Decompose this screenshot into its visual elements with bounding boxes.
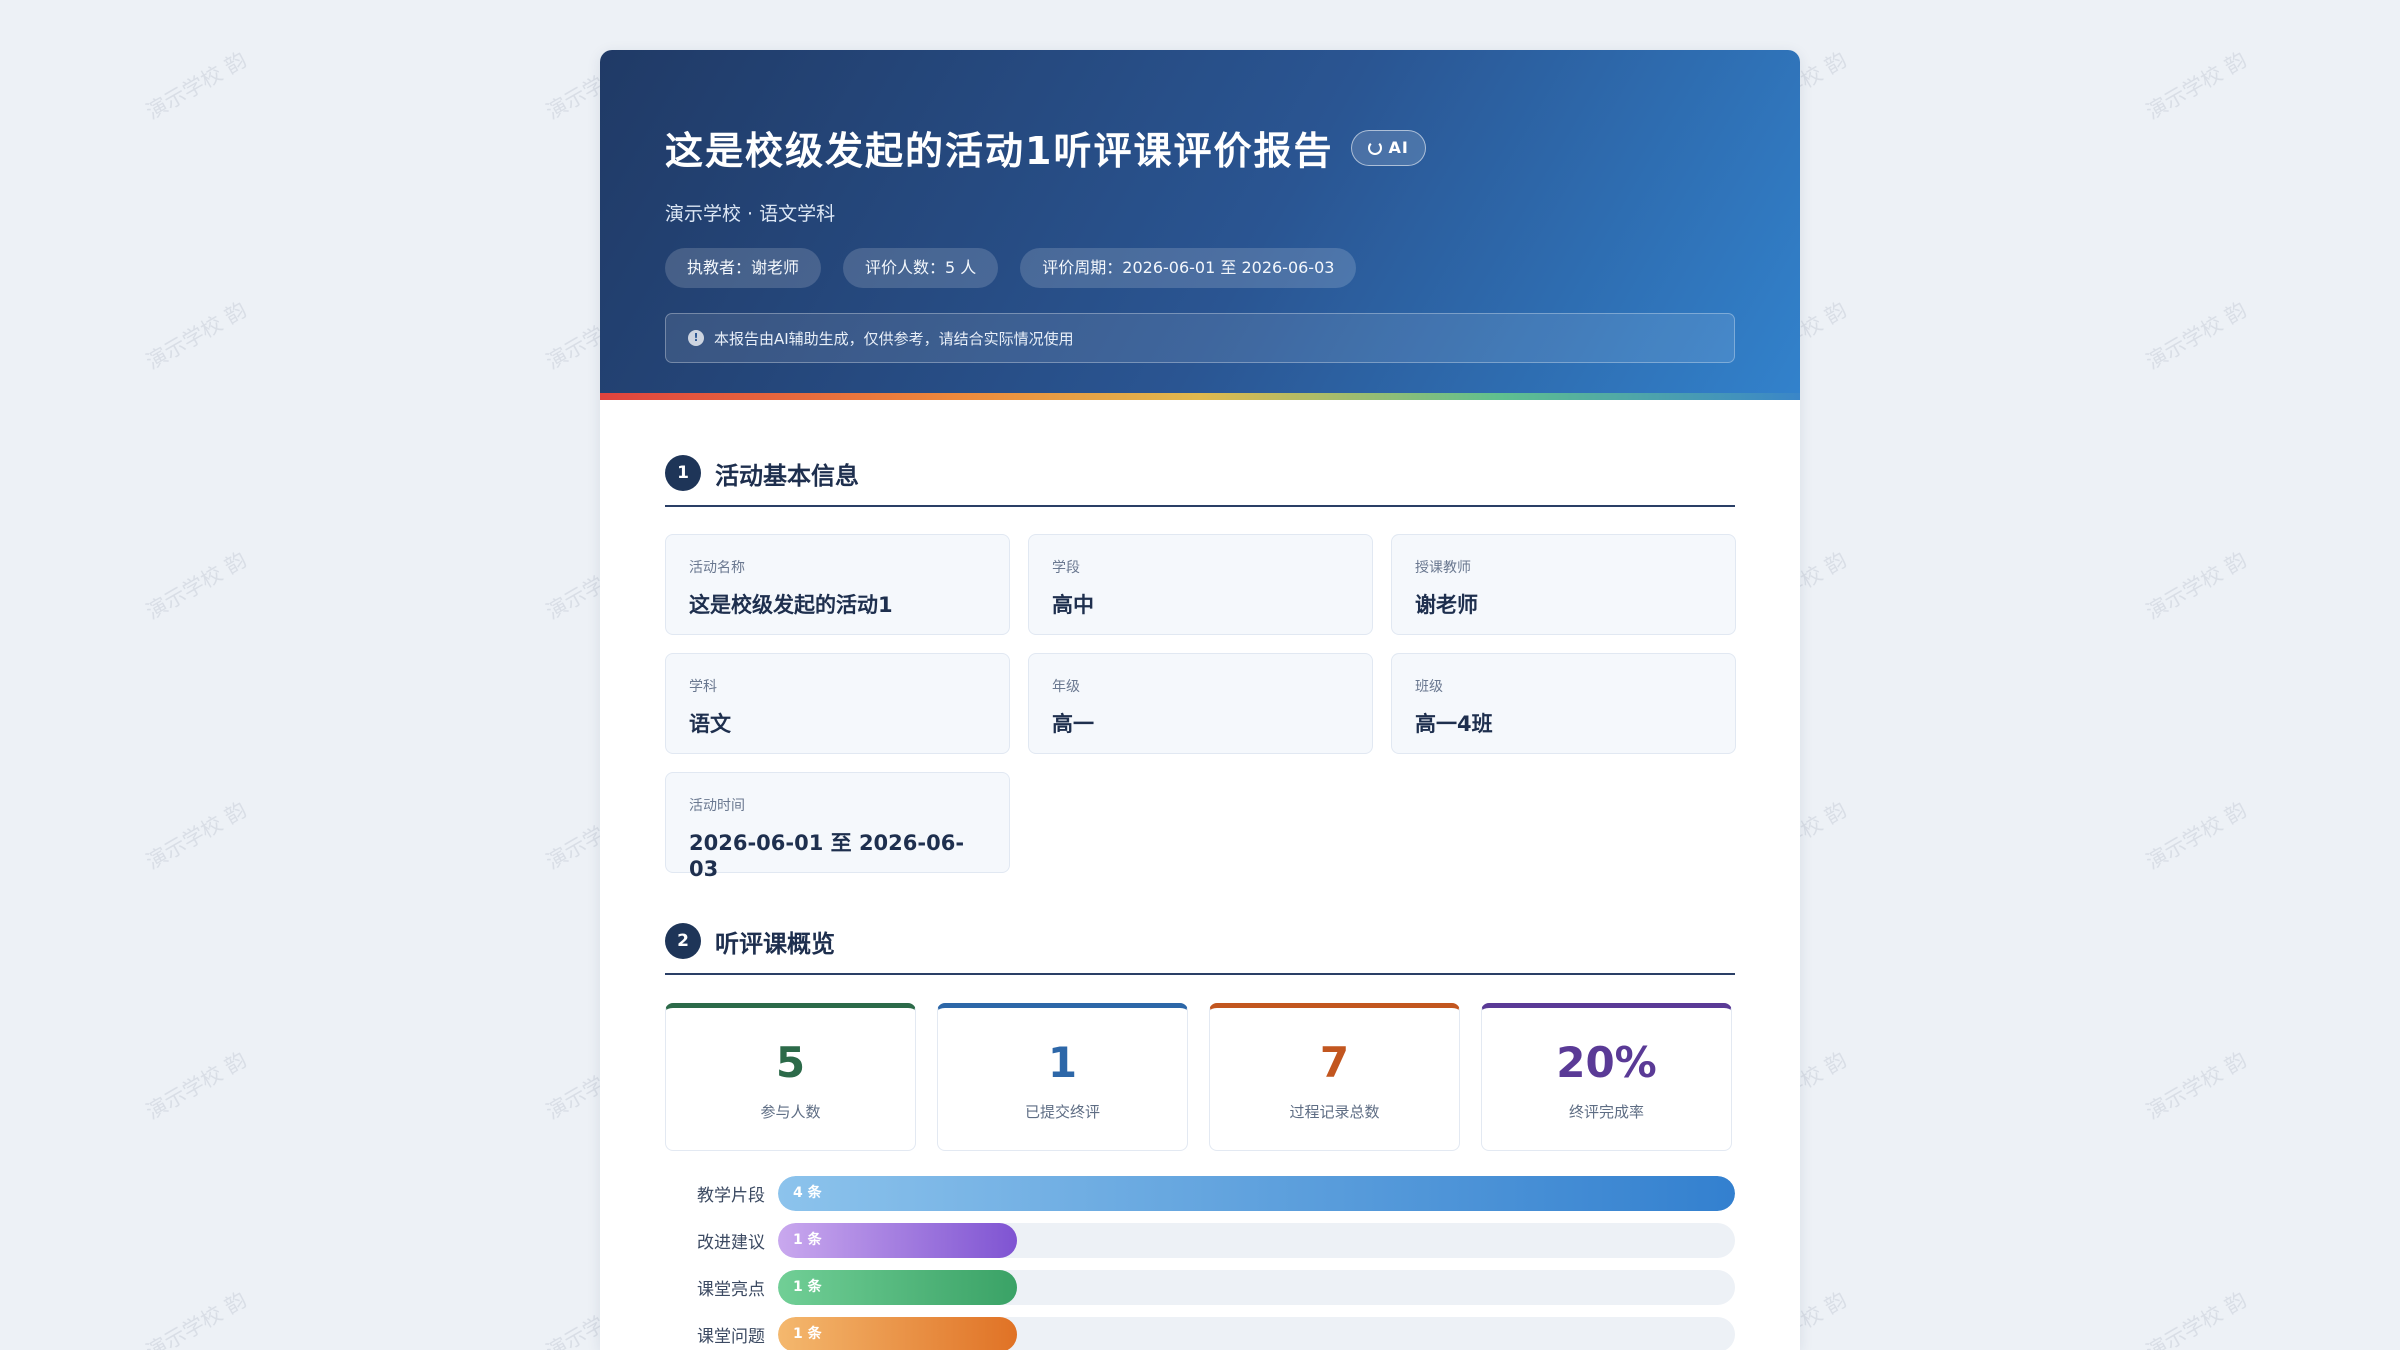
stat-card-process-records: 7 过程记录总数 (1209, 1003, 1460, 1151)
stat-label: 参与人数 (760, 1103, 821, 1121)
section-number: 2 (665, 923, 701, 959)
meta-chips: 执教者：谢老师 评价人数：5 人 评价周期：2026-06-01 至 2026-… (665, 248, 1735, 288)
info-icon: ! (688, 330, 704, 346)
report-card: 这是校级发起的活动1听评课评价报告 AI 演示学校 · 语文学科 执教者：谢老师… (600, 50, 1800, 1350)
stat-value: 1 (1047, 1038, 1078, 1087)
bar-value-label: 1 条 (793, 1279, 822, 1295)
evaluator-count-chip: 评价人数：5 人 (843, 248, 999, 288)
bar-track: 1 条 (778, 1270, 1735, 1305)
stat-card-completion-rate: 20% 终评完成率 (1481, 1003, 1732, 1151)
watermark: 演示学校 韵 (2141, 1287, 2251, 1350)
section-basic-info: 1 活动基本信息 活动名称 这是校级发起的活动1 学段 高中 授课教师 谢老师 … (600, 455, 1800, 881)
section-header: 2 听评课概览 (665, 923, 1735, 975)
info-card-activity-time: 活动时间 2026-06-01 至 2026-06-03 (665, 772, 1010, 881)
bar: 1 条 (778, 1270, 1018, 1305)
bar-value-label: 1 条 (793, 1326, 822, 1342)
watermark: 演示学校 韵 (2141, 47, 2251, 125)
info-value: 语文 (689, 712, 731, 736)
ai-badge-label: AI (1388, 138, 1409, 157)
info-value: 高中 (1052, 593, 1094, 617)
report-title: 这是校级发起的活动1听评课评价报告 (665, 129, 1334, 173)
bar-row: 课堂亮点 1 条 (665, 1270, 1735, 1305)
bar-category-label: 课堂亮点 (697, 1280, 765, 1300)
info-value: 高一 (1052, 712, 1094, 736)
title-row: 这是校级发起的活动1听评课评价报告 AI (665, 120, 1735, 175)
watermark: 演示学校 韵 (141, 797, 251, 875)
watermark: 演示学校 韵 (2141, 297, 2251, 375)
bar-category-label: 课堂问题 (697, 1327, 765, 1347)
info-card-stage: 学段 高中 (1028, 534, 1373, 635)
bar-row: 教学片段 4 条 (665, 1176, 1735, 1211)
info-card-teacher: 授课教师 谢老师 (1391, 534, 1736, 635)
stat-card-participants: 5 参与人数 (665, 1003, 916, 1151)
ai-badge: AI (1351, 129, 1426, 166)
info-card-grade: 年级 高一 (1028, 653, 1373, 754)
watermark: 演示学校 韵 (2141, 797, 2251, 875)
period-chip: 评价周期：2026-06-01 至 2026-06-03 (1020, 248, 1357, 288)
section-number: 1 (665, 455, 701, 491)
section-header: 1 活动基本信息 (665, 455, 1735, 507)
info-card-activity-name: 活动名称 这是校级发起的活动1 (665, 534, 1010, 635)
watermark: 演示学校 韵 (141, 547, 251, 625)
section-overview: 2 听评课概览 5 参与人数 1 已提交终评 7 过程记录总数 20% 终评完成… (600, 923, 1800, 1350)
stat-label: 终评完成率 (1568, 1103, 1644, 1121)
info-value: 谢老师 (1415, 593, 1478, 617)
info-value: 高一4班 (1415, 712, 1493, 736)
info-card-class: 班级 高一4班 (1391, 653, 1736, 754)
bar-track: 1 条 (778, 1223, 1735, 1258)
section-title: 听评课概览 (715, 929, 835, 958)
report-subtitle: 演示学校 · 语文学科 (665, 203, 836, 225)
bar-value-label: 4 条 (793, 1185, 822, 1201)
stat-value: 7 (1319, 1038, 1350, 1087)
info-label: 学科 (689, 679, 717, 695)
stat-label: 已提交终评 (1024, 1103, 1100, 1121)
section-title: 活动基本信息 (715, 461, 859, 490)
watermark: 演示学校 韵 (2141, 1047, 2251, 1125)
stat-label: 过程记录总数 (1289, 1103, 1380, 1121)
teacher-chip: 执教者：谢老师 (665, 248, 822, 288)
bar-category-label: 教学片段 (697, 1186, 765, 1206)
watermark: 演示学校 韵 (141, 47, 251, 125)
report-header: 这是校级发起的活动1听评课评价报告 AI 演示学校 · 语文学科 执教者：谢老师… (600, 50, 1800, 400)
info-label: 活动名称 (689, 560, 745, 576)
ai-icon (1368, 140, 1383, 155)
info-label: 活动时间 (689, 798, 745, 814)
info-label: 授课教师 (1415, 560, 1471, 576)
bar-track: 1 条 (778, 1317, 1735, 1350)
stat-value: 5 (775, 1038, 806, 1087)
bar-track: 4 条 (778, 1176, 1735, 1211)
bar: 1 条 (778, 1317, 1018, 1350)
info-label: 班级 (1415, 679, 1443, 695)
watermark: 演示学校 韵 (141, 1287, 251, 1350)
bar-category-label: 改进建议 (697, 1233, 765, 1253)
info-value: 这是校级发起的活动1 (689, 593, 893, 617)
bar: 4 条 (778, 1176, 1735, 1211)
watermark: 演示学校 韵 (141, 297, 251, 375)
header-accent-stripe (600, 393, 1800, 400)
ai-notice: ! 本报告由AI辅助生成，仅供参考，请结合实际情况使用 (665, 313, 1735, 363)
bar: 1 条 (778, 1223, 1018, 1258)
bar-value-label: 1 条 (793, 1232, 822, 1248)
info-value: 2026-06-01 至 2026-06-03 (689, 831, 965, 881)
info-grid: 活动名称 这是校级发起的活动1 学段 高中 授课教师 谢老师 学科 语文 年级 … (665, 534, 1736, 881)
watermark: 演示学校 韵 (2141, 547, 2251, 625)
info-card-subject: 学科 语文 (665, 653, 1010, 754)
bar-row: 课堂问题 1 条 (665, 1317, 1735, 1350)
record-type-bar-chart: 教学片段 4 条改进建议 1 条课堂亮点 1 条课堂问题 1 条 (665, 1176, 1735, 1350)
info-label: 学段 (1052, 560, 1080, 576)
stat-value: 20% (1556, 1038, 1657, 1087)
stat-card-final-submitted: 1 已提交终评 (937, 1003, 1188, 1151)
watermark: 演示学校 韵 (141, 1047, 251, 1125)
bar-row: 改进建议 1 条 (665, 1223, 1735, 1258)
info-label: 年级 (1052, 679, 1080, 695)
ai-notice-text: 本报告由AI辅助生成，仅供参考，请结合实际情况使用 (714, 329, 1074, 348)
stats-row: 5 参与人数 1 已提交终评 7 过程记录总数 20% 终评完成率 (665, 1003, 1735, 1151)
